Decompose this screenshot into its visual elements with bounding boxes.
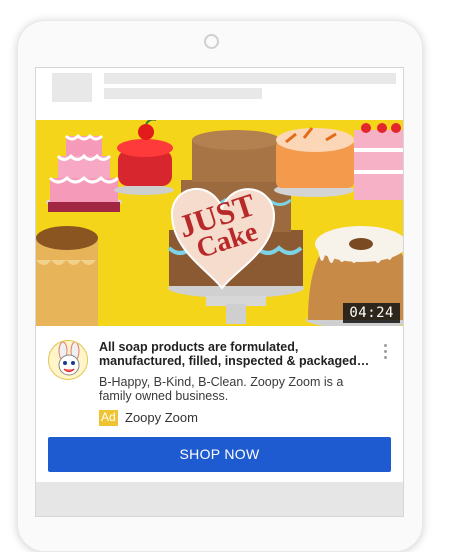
video-thumbnail[interactable]: JUST Cake 04:24 [36, 120, 403, 326]
cake-illustration: JUST Cake [36, 120, 403, 326]
strawberry-cake [354, 123, 403, 200]
placeholder-avatar [52, 73, 92, 102]
phone-camera [204, 34, 219, 49]
video-duration: 04:24 [343, 303, 400, 323]
advertiser-name[interactable]: Zoopy Zoom [125, 410, 198, 426]
ad-headline[interactable]: All soap products are formulated, manufa… [99, 340, 377, 368]
shop-now-button[interactable]: SHOP NOW [48, 437, 391, 472]
orange-cake [274, 127, 354, 197]
brown-cake [36, 226, 98, 326]
advertiser-logo[interactable] [48, 340, 88, 380]
next-content-placeholder [36, 482, 403, 516]
bunny-logo-icon [49, 341, 87, 379]
ad-description: B-Happy, B-Kind, B-Clean. Zoopy Zoom is … [99, 375, 344, 403]
placeholder-text-line [104, 73, 396, 84]
phone-screen: JUST Cake 04:24 All soap products are fo… [35, 67, 404, 517]
placeholder-text-line [104, 88, 262, 99]
more-vert-icon[interactable] [382, 344, 388, 362]
ad-badge: Ad [99, 410, 118, 426]
